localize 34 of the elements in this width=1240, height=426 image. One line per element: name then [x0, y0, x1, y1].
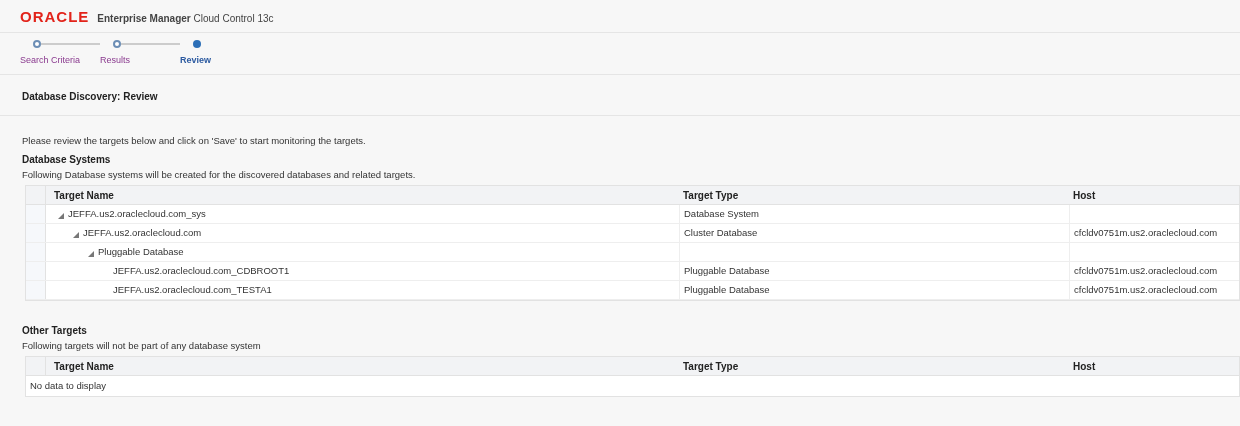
empty-message: No data to display — [30, 379, 107, 394]
instruction-text: Please review the targets below and click on 'Save' to start monitoring the targets. — [22, 133, 367, 148]
table-cell-text: cfcldv0751m.us2.oraclecloud.com — [1074, 282, 1218, 297]
page-title: Database Discovery: Review — [22, 90, 158, 102]
section-description: Following targets will not be part of any database system — [22, 339, 262, 353]
table-cell-text: Pluggable Database — [684, 282, 770, 297]
expanded-icon[interactable] — [88, 250, 94, 257]
column-header[interactable]: Target Type — [679, 358, 1069, 374]
column-header[interactable]: Target Name — [46, 358, 679, 374]
table-cell-text: Database System — [684, 206, 759, 221]
step-label[interactable]: Search Criteria — [20, 54, 100, 68]
product-name: Enterprise Manager Cloud Control 13c — [97, 14, 274, 24]
target-name[interactable]: JEFFA.us2.oraclecloud.com — [83, 225, 202, 241]
expanded-icon[interactable] — [73, 231, 79, 238]
column-header[interactable]: Host — [1069, 187, 1096, 203]
target-name[interactable]: JEFFA.us2.oraclecloud.com_sys — [68, 206, 206, 222]
target-name[interactable]: JEFFA.us2.oraclecloud.com_CDBROOT1 — [113, 263, 290, 279]
table-cell-text: Cluster Database — [684, 225, 758, 240]
column-header[interactable]: Target Type — [679, 187, 1069, 203]
target-name[interactable]: Pluggable Database — [98, 244, 184, 260]
current-step-marker[interactable] — [193, 40, 201, 48]
table-cell-text: Pluggable Database — [684, 263, 770, 278]
column-header[interactable]: Target Name — [46, 187, 679, 203]
section-title: Other Targets — [22, 324, 88, 338]
step-label[interactable]: Results — [100, 54, 180, 68]
section-title: Database Systems — [22, 152, 112, 167]
table-cell-text: cfcldv0751m.us2.oraclecloud.com — [1074, 263, 1218, 278]
table-cell-text: cfcldv0751m.us2.oraclecloud.com — [1074, 225, 1218, 240]
expanded-icon[interactable] — [58, 212, 64, 219]
step-label[interactable]: Review — [180, 54, 260, 68]
target-name[interactable]: JEFFA.us2.oraclecloud.com_TESTA1 — [113, 282, 272, 298]
logo: ORACLE — [20, 9, 90, 24]
section-description: Following Database systems will be created for the discovered databases and related targets. — [22, 167, 417, 182]
column-header[interactable]: Host — [1069, 358, 1096, 374]
